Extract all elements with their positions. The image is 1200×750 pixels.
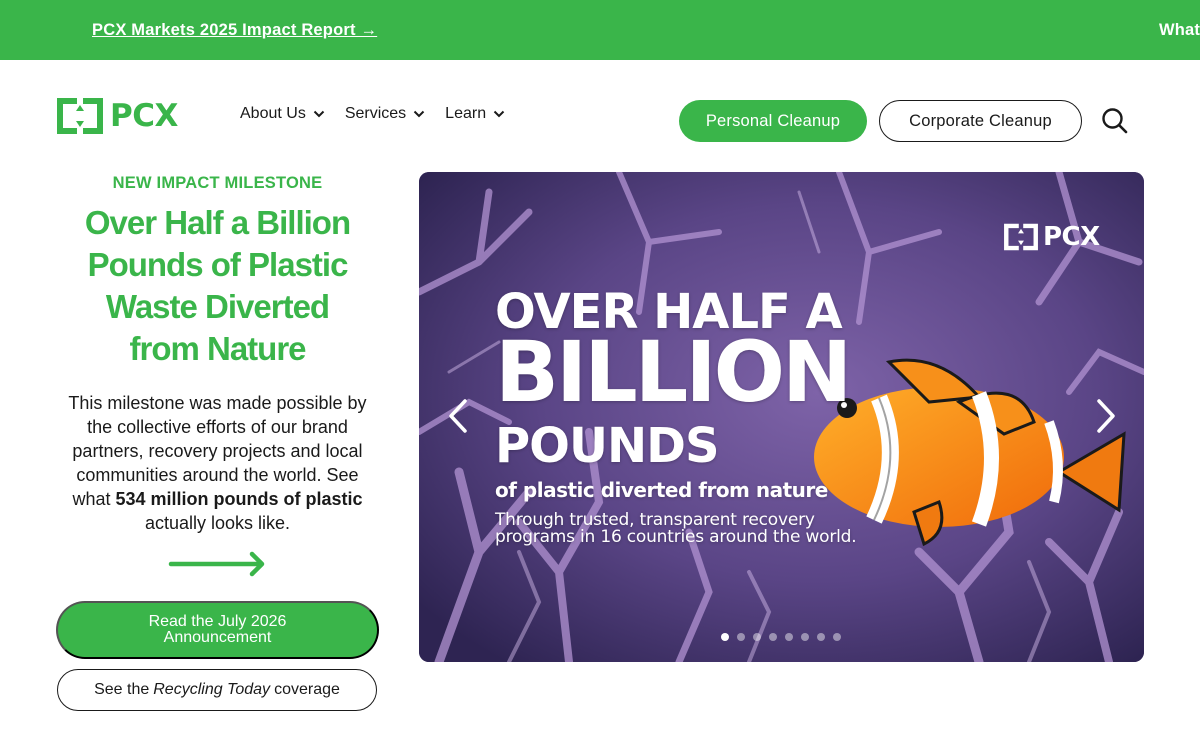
chevron-down-icon (313, 110, 325, 118)
carousel-dot[interactable] (833, 633, 841, 641)
carousel-dot[interactable] (753, 633, 761, 641)
carousel-dot[interactable] (801, 633, 809, 641)
description-text-end: actually looks like. (144, 513, 291, 533)
logo-wordmark: PCX (110, 97, 178, 134)
nav-item-about-us[interactable]: About Us (240, 105, 325, 123)
slide-heading-line-2: BILLION (495, 323, 852, 421)
coverage-suffix: coverage (274, 681, 340, 698)
chevron-down-icon (493, 110, 505, 118)
hero-carousel[interactable]: PCX OVER HALF A BILLION POUNDS of plasti… (419, 172, 1144, 662)
carousel-dot[interactable] (721, 633, 729, 641)
description-highlight: 534 million pounds of plastic (115, 489, 363, 509)
slide-subheading: of plastic diverted from nature (495, 478, 828, 502)
announcement-bar: PCX Markets 2025 Impact Report → What (0, 0, 1200, 60)
carousel-next-button[interactable] (1093, 398, 1119, 434)
carousel-prev-button[interactable] (445, 398, 471, 434)
recycling-today-coverage-button[interactable]: See the Recycling Today coverage (57, 669, 377, 711)
chevron-right-icon (1097, 399, 1115, 433)
nav-item-label: About Us (240, 105, 306, 122)
nav-item-label: Learn (445, 105, 487, 122)
headline-line: from Nature (129, 330, 306, 367)
slide-logo-wordmark: PCX (1043, 222, 1100, 252)
pcx-logo-mark-icon (57, 98, 103, 134)
main-nav: About Us Services Learn (240, 105, 525, 123)
nav-item-label: Services (344, 105, 407, 122)
hero-eyebrow: NEW IMPACT MILESTONE (112, 174, 323, 192)
corporate-cleanup-button[interactable]: Corporate Cleanup (879, 100, 1082, 142)
hero-description: This milestone was made possible by the … (56, 391, 379, 535)
slide-caption: Through trusted, transparent recovery pr… (495, 510, 857, 547)
headline-line: Waste Diverted (105, 288, 330, 325)
carousel-pagination (721, 633, 841, 641)
personal-cleanup-button[interactable]: Personal Cleanup (679, 100, 867, 142)
headline-line: Over Half a Billion (84, 204, 351, 241)
carousel-dot[interactable] (769, 633, 777, 641)
impact-report-link[interactable]: PCX Markets 2025 Impact Report → (92, 21, 377, 40)
carousel-dot[interactable] (737, 633, 745, 641)
arrow-right-icon (168, 548, 268, 580)
chevron-down-icon (413, 110, 425, 118)
read-announcement-button[interactable]: Read the July 2026 Announcement (56, 601, 379, 659)
coverage-prefix: See the (94, 681, 150, 698)
chevron-left-icon (449, 399, 467, 433)
coverage-publication: Recycling Today (153, 681, 271, 698)
carousel-dot[interactable] (785, 633, 793, 641)
pcx-logo-mark-icon (1004, 223, 1038, 251)
headline-line: Pounds of Plastic (87, 246, 349, 283)
site-logo[interactable]: PCX (56, 97, 178, 135)
search-icon[interactable] (1101, 107, 1129, 135)
carousel-dot[interactable] (817, 633, 825, 641)
slide-logo: PCX (1003, 222, 1100, 252)
nav-item-learn[interactable]: Learn (445, 105, 505, 123)
nav-item-services[interactable]: Services (345, 105, 425, 123)
announcement-secondary-link[interactable]: What (1159, 21, 1200, 40)
slide-heading-line-3: POUNDS (495, 418, 720, 474)
hero-headline: Over Half a Billion Pounds of Plastic Wa… (56, 202, 379, 370)
